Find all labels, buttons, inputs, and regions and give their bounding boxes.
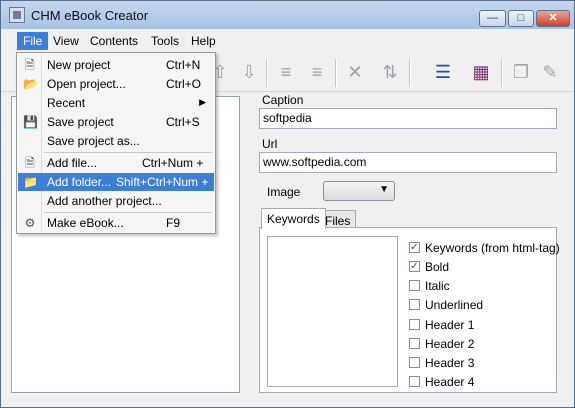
menu-help[interactable]: Help: [185, 32, 222, 50]
checkbox-checked-icon: ✓: [409, 261, 420, 272]
menu-separator: [44, 152, 212, 153]
menu-item-new-project[interactable]: 🗎 New project Ctrl+N: [18, 56, 214, 74]
sort-icon[interactable]: ⇅: [379, 61, 401, 83]
tab-keywords[interactable]: Keywords: [261, 208, 326, 229]
minimize-button[interactable]: —: [479, 10, 506, 27]
file-menu-dropdown: 🗎 New project Ctrl+N 📂 Open project... C…: [16, 52, 216, 234]
url-label: Url: [262, 137, 278, 151]
menu-item-add-file[interactable]: 🗎 Add file... Ctrl+Num +: [18, 154, 214, 172]
image-select[interactable]: ▼: [323, 181, 395, 201]
chevron-down-icon: ▼: [379, 184, 389, 195]
menu-bar: File View Contents Tools Help: [1, 29, 574, 53]
add-folder-icon: 📁: [23, 175, 38, 189]
toolbar-separator: [409, 59, 411, 87]
outdent-icon[interactable]: ≡: [306, 61, 328, 83]
caption-label: Caption: [262, 93, 304, 107]
copy-icon[interactable]: ❐: [510, 61, 532, 83]
checkbox-unchecked-icon: [409, 319, 420, 330]
caption-input[interactable]: softpedia: [259, 108, 557, 129]
toolbar-separator: [335, 59, 337, 87]
menu-item-open-project[interactable]: 📂 Open project... Ctrl+O: [18, 75, 214, 93]
open-folder-icon: 📂: [23, 77, 38, 91]
close-button[interactable]: ✕: [536, 10, 570, 27]
maximize-icon: □: [517, 12, 525, 24]
toolbar-separator: [266, 59, 268, 87]
app-window: CHM eBook Creator — □ ✕ File View Conten…: [0, 0, 575, 408]
delete-icon[interactable]: ✕: [344, 61, 366, 83]
menu-separator: [44, 212, 212, 213]
checkbox-unchecked-icon: [409, 376, 420, 387]
checkbox-unchecked-icon: [409, 280, 420, 291]
save-icon: 💾: [23, 115, 38, 129]
window-title: CHM eBook Creator: [31, 8, 149, 23]
checkbox-unchecked-icon: [409, 357, 420, 368]
app-icon: [9, 7, 25, 23]
menu-item-save-project-as[interactable]: Save project as...: [18, 132, 214, 150]
new-document-icon: 🗎: [25, 58, 35, 72]
url-input[interactable]: www.softpedia.com: [259, 152, 557, 173]
indent-icon[interactable]: ≡: [275, 61, 297, 83]
checkbox-checked-icon: ✓: [409, 242, 420, 253]
checkbox-unchecked-icon: [409, 299, 420, 310]
submenu-arrow-icon: ▶: [199, 97, 206, 107]
checklist-icon[interactable]: ☰: [432, 61, 454, 83]
menu-item-add-another-project[interactable]: Add another project...: [18, 192, 214, 210]
menu-file[interactable]: File: [17, 32, 49, 50]
menu-item-save-project[interactable]: 💾 Save project Ctrl+S: [18, 113, 214, 131]
menu-contents[interactable]: Contents: [84, 32, 144, 50]
keywords-list[interactable]: [267, 236, 398, 387]
minimize-icon: —: [487, 12, 498, 24]
menu-item-recent[interactable]: Recent ▶: [18, 94, 214, 112]
books-icon[interactable]: ▦: [470, 61, 492, 83]
menu-tools[interactable]: Tools: [145, 32, 185, 50]
title-bar: CHM eBook Creator — □ ✕: [1, 1, 574, 29]
toolbar-separator: [501, 59, 503, 87]
image-label: Image: [267, 185, 301, 199]
menu-item-add-folder[interactable]: 📁 Add folder... Shift+Ctrl+Num +: [18, 173, 214, 191]
menu-view[interactable]: View: [47, 32, 85, 50]
make-ebook-icon: ⚙: [24, 216, 36, 230]
menu-item-make-ebook[interactable]: ⚙ Make eBook... F9: [18, 214, 214, 232]
edit-icon[interactable]: ✎: [539, 61, 561, 83]
add-file-icon: 🗎: [25, 156, 35, 170]
close-icon: ✕: [548, 12, 558, 24]
maximize-button[interactable]: □: [508, 10, 534, 27]
checkbox-unchecked-icon: [409, 338, 420, 349]
move-down-icon[interactable]: ⇩: [238, 61, 260, 83]
